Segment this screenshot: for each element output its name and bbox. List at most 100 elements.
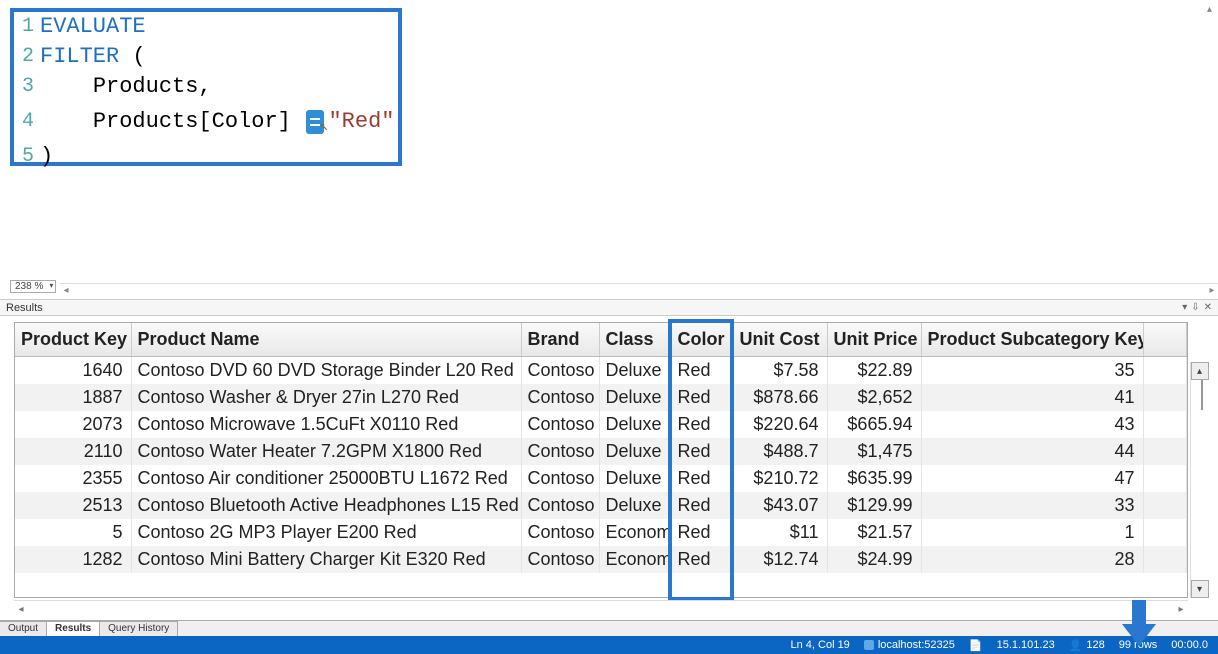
cell-product-key: 1282 <box>15 546 131 573</box>
bottom-tabs: Output Results Query History <box>0 620 1218 636</box>
code-indent <box>40 72 93 102</box>
code-line[interactable]: 5 ) <box>16 142 398 172</box>
cell-subcategory-key: 41 <box>921 384 1143 411</box>
cell-class: Economy <box>599 546 671 573</box>
cell-product-key: 2513 <box>15 492 131 519</box>
results-grid-pane: Product Key Product Name Brand Class Col… <box>0 316 1218 620</box>
cell-subcategory-key: 47 <box>921 465 1143 492</box>
status-rowcount: 99 rows <box>1119 639 1158 651</box>
cell-product-name: Contoso Water Heater 7.2GPM X1800 Red <box>131 438 521 465</box>
col-color[interactable]: Color <box>671 323 733 357</box>
cell-color: Red <box>671 411 733 438</box>
cell-product-key: 5 <box>15 519 131 546</box>
status-document-icon: 📄 <box>969 639 983 652</box>
cell-subcategory-key: 35 <box>921 357 1143 385</box>
table-row[interactable]: 2073Contoso Microwave 1.5CuFt X0110 RedC… <box>15 411 1187 438</box>
table-row[interactable]: 1887Contoso Washer & Dryer 27in L270 Red… <box>15 384 1187 411</box>
code-text: ( <box>119 42 145 72</box>
results-panel-header[interactable]: Results ▾ ⇩ ✕ <box>0 300 1218 316</box>
col-class[interactable]: Class <box>599 323 671 357</box>
cell-product-name: Contoso Bluetooth Active Headphones L15 … <box>131 492 521 519</box>
code-text: ) <box>40 142 53 172</box>
scroll-thumb[interactable] <box>1201 380 1203 410</box>
line-number: 2 <box>16 42 34 72</box>
line-number: 4 <box>16 107 34 137</box>
table-row[interactable]: 2513Contoso Bluetooth Active Headphones … <box>15 492 1187 519</box>
cell-class: Deluxe <box>599 465 671 492</box>
cell-product-name: Contoso Microwave 1.5CuFt X0110 Red <box>131 411 521 438</box>
line-number: 5 <box>16 142 34 172</box>
cell-brand: Contoso <box>521 411 599 438</box>
cell-brand: Contoso <box>521 384 599 411</box>
cell-product-key: 1640 <box>15 357 131 385</box>
table-row[interactable]: 2355Contoso Air conditioner 25000BTU L16… <box>15 465 1187 492</box>
cell-product-name: Contoso Washer & Dryer 27in L270 Red <box>131 384 521 411</box>
cell-color: Red <box>671 465 733 492</box>
tab-results[interactable]: Results <box>47 621 100 636</box>
editor-scroll-up-icon[interactable]: ▴ <box>1207 4 1212 15</box>
panel-close-icon[interactable]: ✕ <box>1204 302 1212 313</box>
cell-class: Economy <box>599 519 671 546</box>
cell-brand: Contoso <box>521 438 599 465</box>
results-grid[interactable]: Product Key Product Name Brand Class Col… <box>14 322 1188 598</box>
grid-horizontal-scrollbar[interactable]: ◂ ▸ <box>14 600 1188 616</box>
cell-unit-cost: $7.58 <box>733 357 827 385</box>
cell-class: Deluxe <box>599 384 671 411</box>
col-product-name[interactable]: Product Name <box>131 323 521 357</box>
cell-color: Red <box>671 438 733 465</box>
table-row[interactable]: 5Contoso 2G MP3 Player E200 RedContosoEc… <box>15 519 1187 546</box>
status-elapsed: 00:00.0 <box>1171 639 1208 651</box>
col-unit-price[interactable]: Unit Price <box>827 323 921 357</box>
code-line[interactable]: 1 EVALUATE <box>16 12 398 42</box>
cell-color: Red <box>671 546 733 573</box>
cell-unit-price: $24.99 <box>827 546 921 573</box>
tab-query-history[interactable]: Query History <box>100 621 178 636</box>
panel-pin-icon[interactable]: ⇩ <box>1191 302 1199 313</box>
cell-color: Red <box>671 384 733 411</box>
editor-horizontal-scrollbar[interactable]: ◂ ▸ <box>60 283 1218 297</box>
scroll-right-icon[interactable]: ▸ <box>1174 601 1188 617</box>
cell-color: Red <box>671 357 733 385</box>
cell-padding <box>1143 492 1187 519</box>
cell-unit-price: $22.89 <box>827 357 921 385</box>
cell-product-name: Contoso Air conditioner 25000BTU L1672 R… <box>131 465 521 492</box>
table-row[interactable]: 1640Contoso DVD 60 DVD Storage Binder L2… <box>15 357 1187 385</box>
code-line[interactable]: 4 Products[Color] ↖ "Red" <box>16 102 398 142</box>
code-text: Products[Color] <box>93 107 304 137</box>
col-padding <box>1143 323 1187 357</box>
scroll-left-icon[interactable]: ◂ <box>14 601 28 617</box>
grid-vertical-scrollbar[interactable]: ▴ ▾ <box>1190 362 1208 598</box>
cell-product-name: Contoso DVD 60 DVD Storage Binder L20 Re… <box>131 357 521 385</box>
cell-unit-price: $635.99 <box>827 465 921 492</box>
user-icon: 👤 <box>1069 639 1083 652</box>
panel-dropdown-icon[interactable]: ▾ <box>1182 302 1187 313</box>
scroll-up-button[interactable]: ▴ <box>1191 362 1209 380</box>
code-line[interactable]: 2 FILTER ( <box>16 42 398 72</box>
col-unit-cost[interactable]: Unit Cost <box>733 323 827 357</box>
scroll-right-icon[interactable]: ▸ <box>1206 283 1218 297</box>
col-product-key[interactable]: Product Key <box>15 323 131 357</box>
code-editor-pane[interactable]: ▴ 1 EVALUATE 2 FILTER ( 3 Products, 4 Pr… <box>0 0 1218 300</box>
cell-unit-cost: $220.64 <box>733 411 827 438</box>
cell-class: Deluxe <box>599 411 671 438</box>
tab-output[interactable]: Output <box>0 621 47 636</box>
cell-unit-cost: $43.07 <box>733 492 827 519</box>
cell-padding <box>1143 384 1187 411</box>
code-line[interactable]: 3 Products, <box>16 72 398 102</box>
status-ip: 15.1.101.23 <box>997 639 1055 651</box>
cell-unit-cost: $210.72 <box>733 465 827 492</box>
cell-unit-cost: $12.74 <box>733 546 827 573</box>
table-row[interactable]: 2110Contoso Water Heater 7.2GPM X1800 Re… <box>15 438 1187 465</box>
keyword-evaluate: EVALUATE <box>40 12 146 42</box>
cell-subcategory-key: 33 <box>921 492 1143 519</box>
cell-subcategory-key: 28 <box>921 546 1143 573</box>
col-brand[interactable]: Brand <box>521 323 599 357</box>
status-server: localhost:52325 <box>864 639 955 651</box>
cell-padding <box>1143 357 1187 385</box>
table-header-row[interactable]: Product Key Product Name Brand Class Col… <box>15 323 1187 357</box>
cell-padding <box>1143 438 1187 465</box>
table-row[interactable]: 1282Contoso Mini Battery Charger Kit E32… <box>15 546 1187 573</box>
scroll-down-button[interactable]: ▾ <box>1191 580 1209 598</box>
col-subcategory-key[interactable]: Product Subcategory Key <box>921 323 1143 357</box>
zoom-selector[interactable]: 238 % <box>10 280 56 293</box>
